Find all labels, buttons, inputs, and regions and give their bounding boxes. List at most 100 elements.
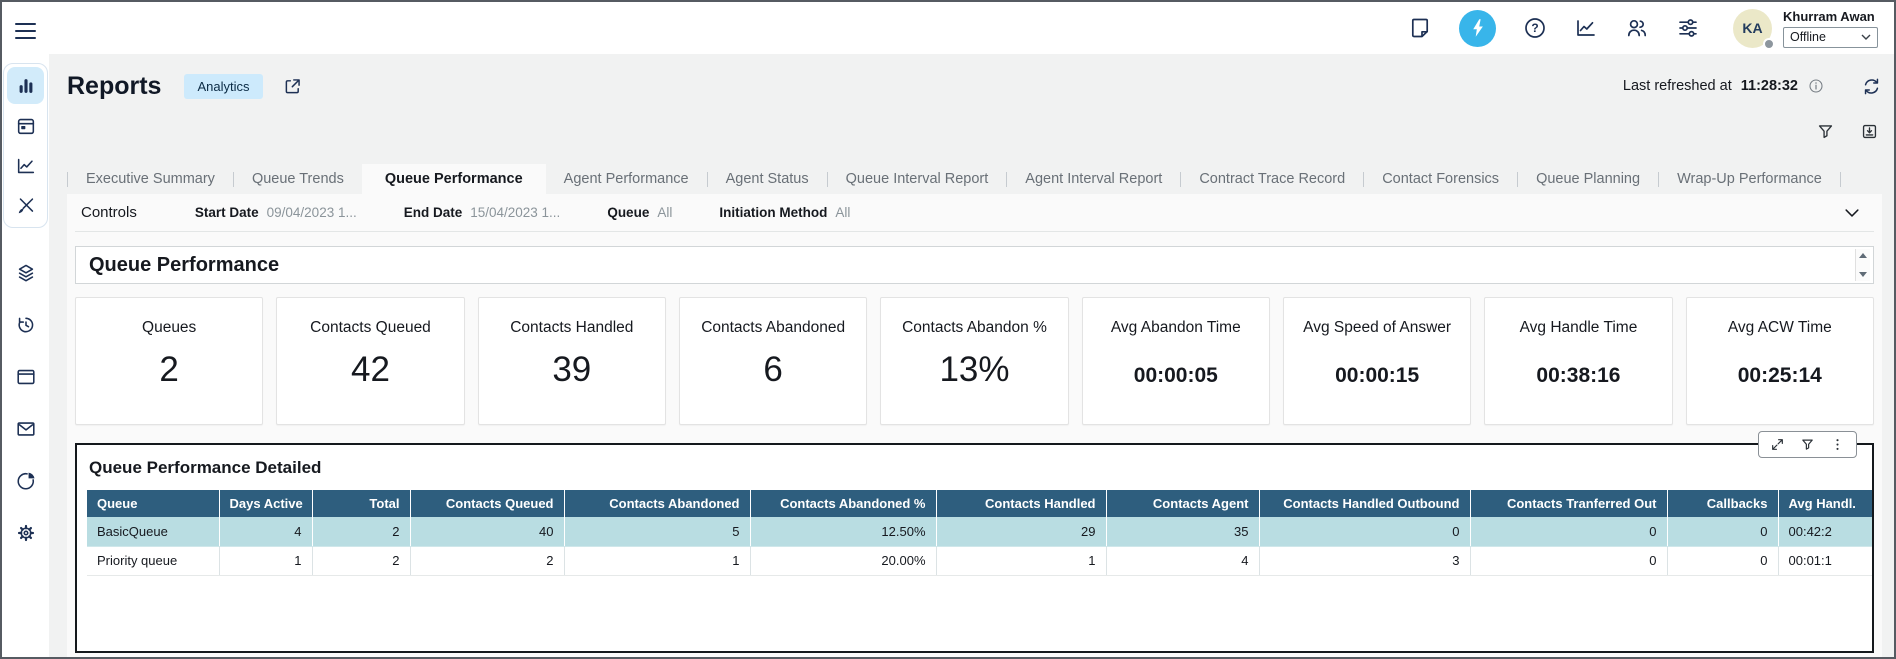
tab-queue-performance[interactable]: Queue Performance xyxy=(362,164,546,194)
cell: 0 xyxy=(1667,517,1778,546)
col-header-contacts-abandoned[interactable]: Contacts Abandoned xyxy=(564,490,750,517)
queue-performance-table: QueueDays ActiveTotalContacts QueuedCont… xyxy=(87,490,1874,576)
kpi-card-contacts-abandon: Contacts Abandon % 13% xyxy=(880,297,1068,425)
tab-executive-summary[interactable]: Executive Summary xyxy=(68,164,233,194)
calendar-icon[interactable] xyxy=(7,107,44,144)
tab-contract-trace-record[interactable]: Contract Trace Record xyxy=(1181,164,1363,194)
tab-content: Controls Start Date09/04/2023 1... End Da… xyxy=(67,194,1882,657)
last-refreshed-time: 11:28:32 xyxy=(1741,78,1798,94)
tab-wrap-up-performance[interactable]: Wrap-Up Performance xyxy=(1659,164,1840,194)
table-row-priority-queue[interactable]: Priority queue122120.00%1430000:01:1 xyxy=(87,546,1874,575)
filter-label: End Date xyxy=(404,205,463,220)
lightning-icon[interactable] xyxy=(1459,10,1496,47)
layers-icon[interactable] xyxy=(7,260,44,286)
control-filter-end-date[interactable]: End Date15/04/2023 1... xyxy=(404,205,561,220)
agents-icon[interactable] xyxy=(1625,16,1649,40)
detailed-panel-wrap: Queue Performance Detailed QueueDays Act… xyxy=(75,443,1874,653)
controls-label: Controls xyxy=(81,204,137,221)
tab-queue-interval-report[interactable]: Queue Interval Report xyxy=(828,164,1007,194)
design-brush-icon[interactable] xyxy=(7,187,44,224)
history-icon[interactable] xyxy=(7,312,44,338)
kpi-label: Avg ACW Time xyxy=(1728,319,1832,337)
kpi-label: Contacts Abandon % xyxy=(902,319,1047,337)
last-refreshed-label: Last refreshed at xyxy=(1623,78,1732,94)
kpi-card-contacts-handled: Contacts Handled39 xyxy=(478,297,666,425)
window-icon[interactable] xyxy=(7,364,44,390)
user-block: KA Khurram Awan Offline xyxy=(1733,9,1878,48)
main-area: Reports Analytics Last refreshed at 11:2… xyxy=(49,54,1894,657)
gear-icon[interactable] xyxy=(7,520,44,546)
col-header-avg-handl[interactable]: Avg Handl. xyxy=(1778,490,1874,517)
line-chart-icon[interactable] xyxy=(7,147,44,184)
cell: 2 xyxy=(312,546,410,575)
download-icon[interactable] xyxy=(1860,122,1879,141)
spinner-up-icon[interactable] xyxy=(1859,253,1867,258)
tab-agent-status[interactable]: Agent Status xyxy=(708,164,827,194)
spinner-down-icon[interactable] xyxy=(1859,272,1867,277)
cell: 00:42:2 xyxy=(1778,517,1874,546)
external-link-icon[interactable] xyxy=(282,76,303,97)
refresh-icon[interactable] xyxy=(1861,76,1882,97)
kpi-card-avg-acw-time: Avg ACW Time 00:25:14 xyxy=(1686,297,1874,425)
col-header-contacts-agent[interactable]: Contacts Agent xyxy=(1106,490,1259,517)
kpi-value: 13% xyxy=(939,350,1009,390)
status-select[interactable]: Offline xyxy=(1783,27,1878,48)
tab-agent-performance[interactable]: Agent Performance xyxy=(546,164,707,194)
cell: 0 xyxy=(1259,517,1470,546)
cell: 35 xyxy=(1106,517,1259,546)
tab-agent-interval-report[interactable]: Agent Interval Report xyxy=(1007,164,1180,194)
top-bar: ? KA Khurram Awan Offline xyxy=(2,2,1894,54)
control-filter-queue[interactable]: QueueAll xyxy=(607,205,672,220)
expand-icon[interactable] xyxy=(1770,437,1785,452)
mail-icon[interactable] xyxy=(7,416,44,442)
col-header-contacts-abandoned[interactable]: Contacts Abandoned % xyxy=(750,490,936,517)
pie-chart-icon[interactable] xyxy=(7,468,44,494)
bar-chart-icon[interactable] xyxy=(7,67,44,104)
table-filter-icon[interactable] xyxy=(1800,437,1815,452)
kebab-menu-icon[interactable] xyxy=(1830,437,1845,452)
col-header-contacts-queued[interactable]: Contacts Queued xyxy=(410,490,564,517)
col-header-contacts-handled[interactable]: Contacts Handled xyxy=(936,490,1106,517)
kpi-label: Contacts Queued xyxy=(310,319,431,337)
tab-queue-planning[interactable]: Queue Planning xyxy=(1518,164,1658,194)
filter-value: 09/04/2023 1... xyxy=(267,205,357,220)
help-icon[interactable]: ? xyxy=(1523,16,1547,40)
kpi-card-avg-speed-of-answer: Avg Speed of Answer00:00:15 xyxy=(1283,297,1471,425)
cell: 5 xyxy=(564,517,750,546)
col-header-contacts-handled-outbound[interactable]: Contacts Handled Outbound xyxy=(1259,490,1470,517)
sliders-icon[interactable] xyxy=(1676,16,1700,40)
cell: 2 xyxy=(410,546,564,575)
sidebar xyxy=(2,54,49,657)
col-header-days-active[interactable]: Days Active xyxy=(219,490,312,517)
section-spinner[interactable] xyxy=(1855,249,1870,281)
col-header-callbacks[interactable]: Callbacks xyxy=(1667,490,1778,517)
cell: BasicQueue xyxy=(87,517,219,546)
note-icon[interactable] xyxy=(1408,16,1432,40)
kpi-value: 00:00:05 xyxy=(1134,364,1218,388)
filter-icon[interactable] xyxy=(1816,122,1835,141)
kpi-card-contacts-queued: Contacts Queued42 xyxy=(276,297,464,425)
tab-queue-trends[interactable]: Queue Trends xyxy=(234,164,362,194)
col-header-contacts-tranferred-out[interactable]: Contacts Tranferred Out xyxy=(1470,490,1667,517)
kpi-value: 00:38:16 xyxy=(1536,364,1620,388)
control-filter-start-date[interactable]: Start Date09/04/2023 1... xyxy=(195,205,357,220)
metrics-icon[interactable] xyxy=(1574,16,1598,40)
control-filter-initiation-method[interactable]: Initiation MethodAll xyxy=(719,205,850,220)
col-header-queue[interactable]: Queue xyxy=(87,490,219,517)
tab-contact-forensics[interactable]: Contact Forensics xyxy=(1364,164,1517,194)
table-row-basicqueue[interactable]: BasicQueue4240512.50%293500000:42:2 xyxy=(87,517,1874,546)
avatar[interactable]: KA xyxy=(1733,9,1772,48)
svg-text:?: ? xyxy=(1531,21,1538,35)
kpi-value: 00:25:14 xyxy=(1738,364,1822,388)
info-icon[interactable] xyxy=(1807,77,1825,95)
cell: 00:01:1 xyxy=(1778,546,1874,575)
kpi-label: Avg Handle Time xyxy=(1520,319,1638,337)
hamburger-icon[interactable] xyxy=(15,23,36,39)
detailed-panel: Queue Performance Detailed QueueDays Act… xyxy=(75,443,1874,653)
body-row: Reports Analytics Last refreshed at 11:2… xyxy=(2,54,1894,657)
cell: 12.50% xyxy=(750,517,936,546)
col-header-total[interactable]: Total xyxy=(312,490,410,517)
kpi-card-contacts-abandoned: Contacts Abandoned6 xyxy=(679,297,867,425)
utility-row xyxy=(67,121,1882,141)
controls-expand-chevron-icon[interactable] xyxy=(1842,203,1862,223)
